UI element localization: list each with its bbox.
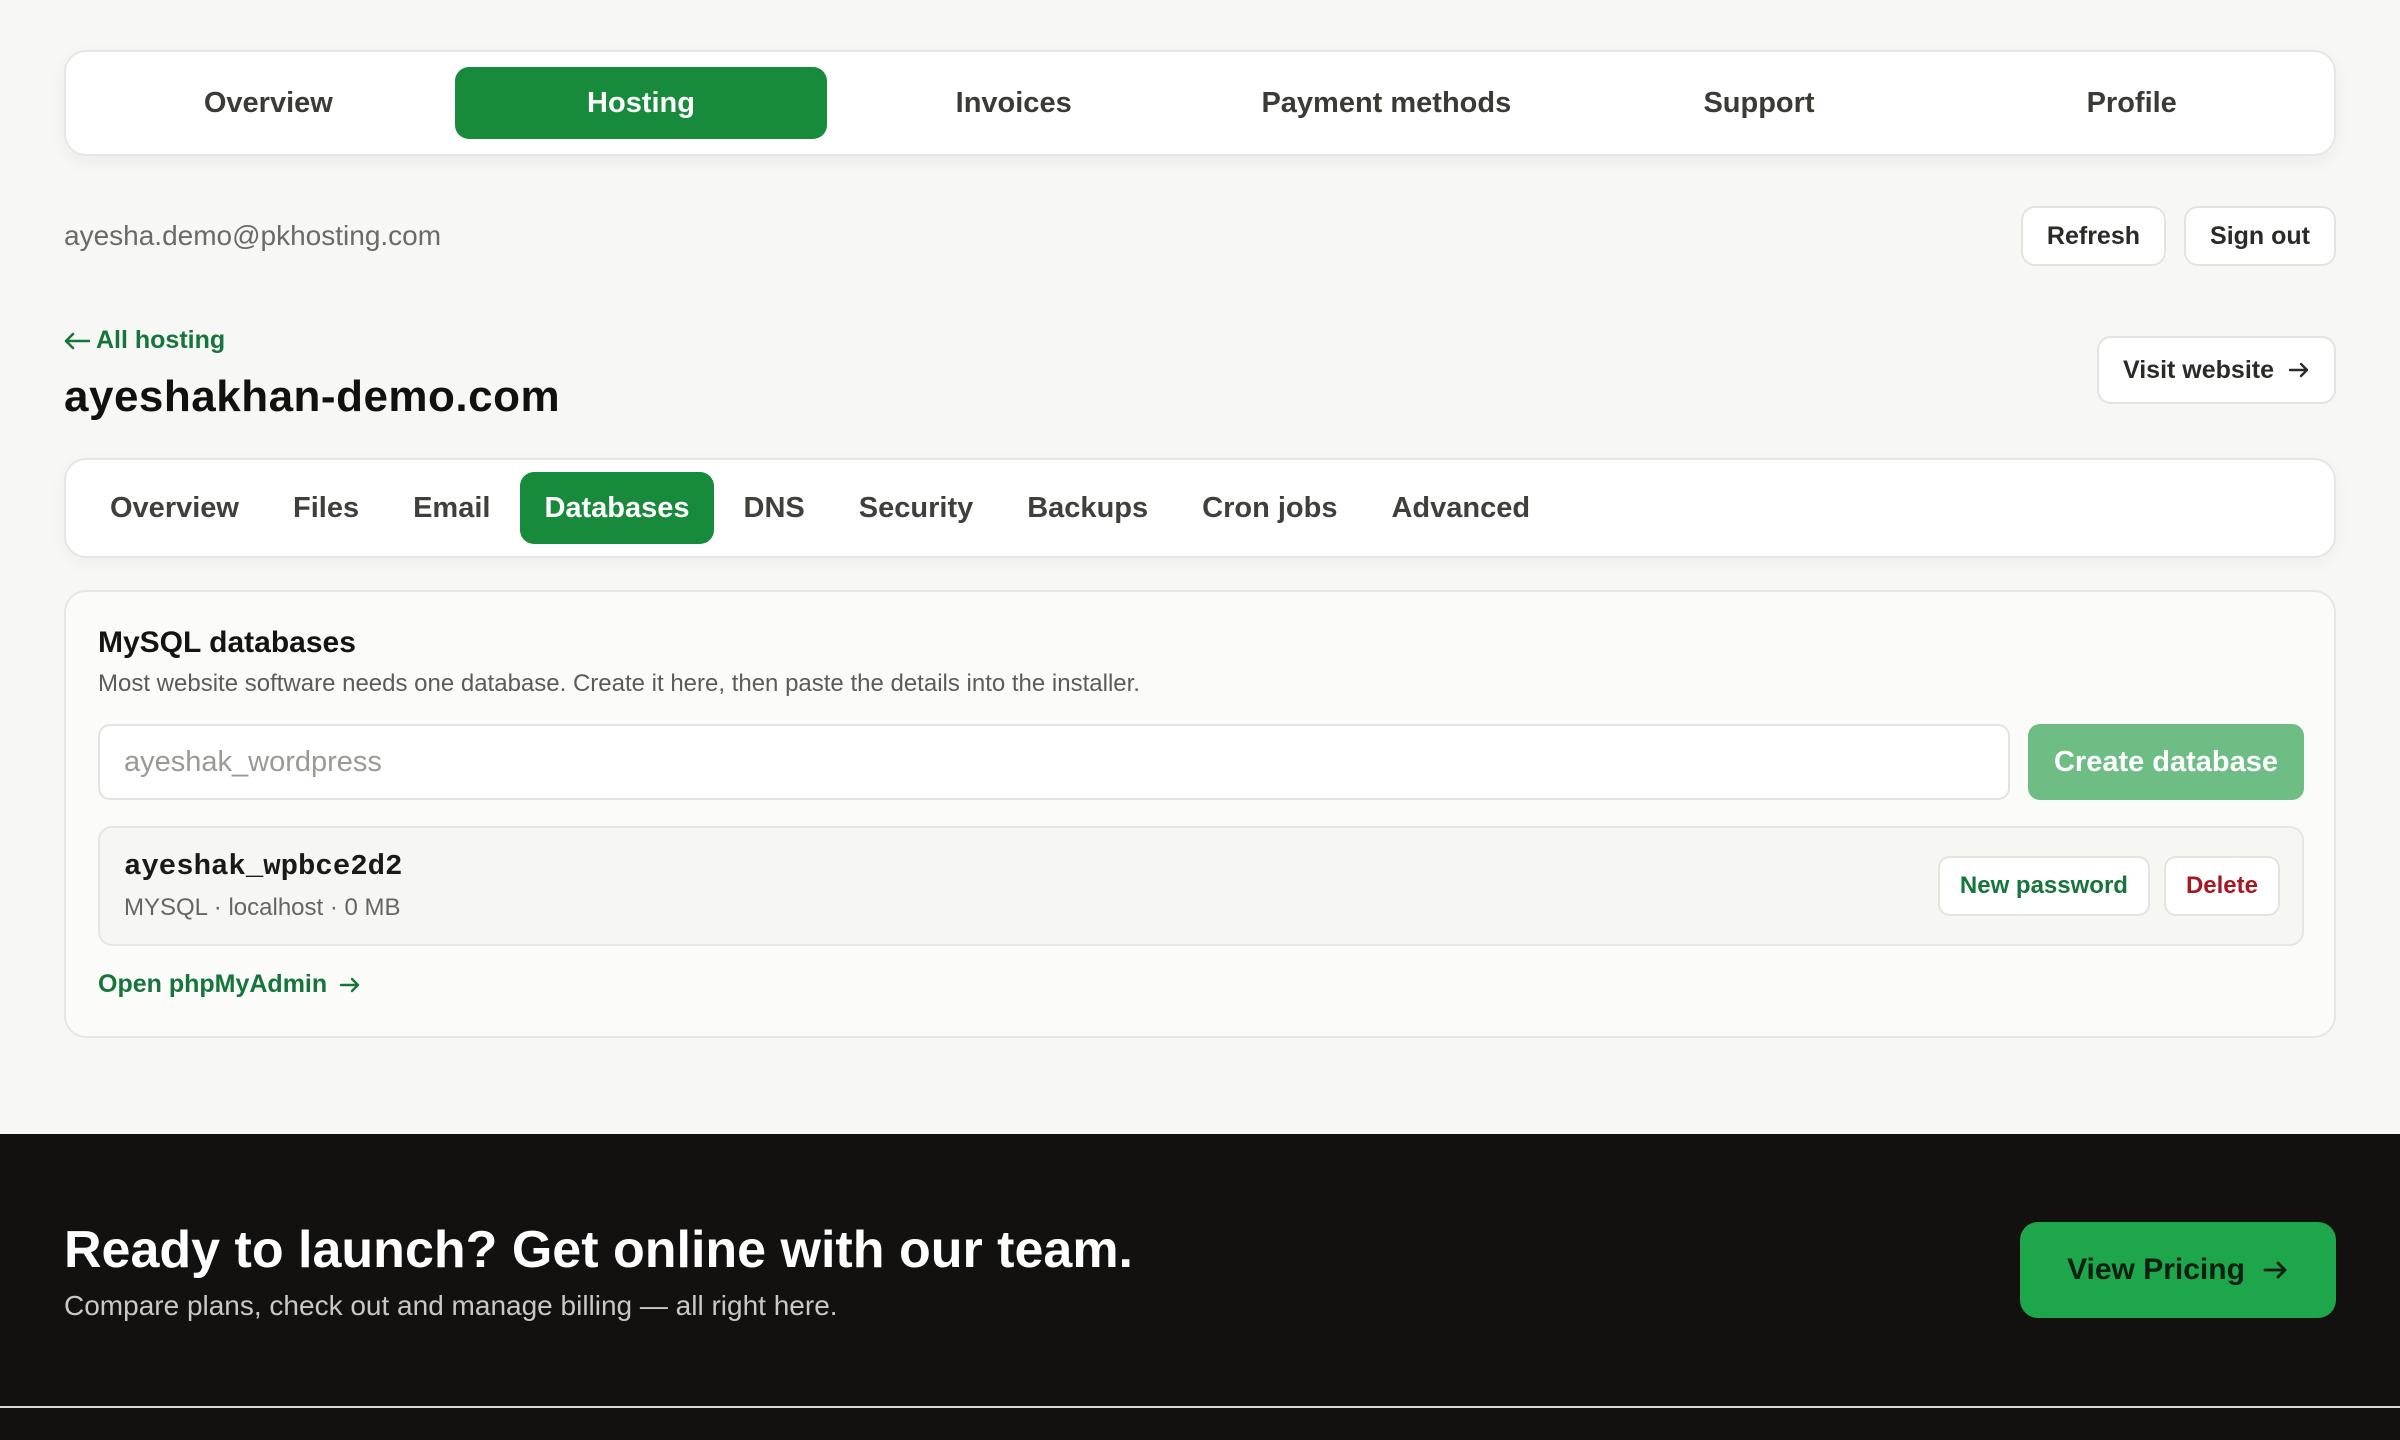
account-actions: Refresh Sign out	[2020, 206, 2336, 266]
account-bar: ayesha.demo@pkhosting.com Refresh Sign o…	[64, 206, 2336, 266]
cta-title: Ready to launch? Get online with our tea…	[64, 1221, 1133, 1279]
nav-invoices[interactable]: Invoices	[827, 67, 1200, 139]
nav-profile[interactable]: Profile	[1945, 67, 2318, 139]
view-pricing-button[interactable]: View Pricing	[2020, 1222, 2336, 1318]
tab-advanced[interactable]: Advanced	[1367, 472, 1554, 544]
phpmyadmin-link-label: Open phpMyAdmin	[98, 970, 328, 998]
new-password-button[interactable]: New password	[1937, 856, 2150, 916]
nav-hosting[interactable]: Hosting	[454, 67, 828, 139]
panel-description: Most website software needs one database…	[98, 670, 1140, 697]
mysql-databases-panel: MySQL databases Most website software ne…	[64, 590, 2336, 1038]
hosting-sub-navigation: Overview Files Email Databases DNS Secur…	[64, 458, 2336, 558]
tab-backups[interactable]: Backups	[1003, 472, 1172, 544]
open-phpmyadmin-link[interactable]: Open phpMyAdmin	[98, 970, 361, 999]
database-row: ayeshak_wpbce2d2 MYSQL · localhost · 0 M…	[98, 826, 2304, 946]
refresh-button[interactable]: Refresh	[2020, 206, 2167, 266]
database-name: ayeshak_wpbce2d2	[124, 850, 403, 883]
arrow-right-icon	[2288, 361, 2310, 379]
database-name-input[interactable]	[98, 724, 2010, 800]
tab-security[interactable]: Security	[835, 472, 997, 544]
database-actions: New password Delete	[1937, 856, 2280, 916]
nav-payment-methods[interactable]: Payment methods	[1200, 67, 1573, 139]
visit-website-label: Visit website	[2123, 355, 2274, 384]
database-meta: MYSQL · localhost · 0 MB	[124, 894, 401, 921]
create-database-button[interactable]: Create database	[2028, 724, 2304, 800]
tab-overview[interactable]: Overview	[86, 472, 263, 544]
tab-databases[interactable]: Databases	[520, 472, 714, 544]
sign-out-button[interactable]: Sign out	[2184, 206, 2336, 266]
arrow-right-icon	[339, 976, 361, 994]
panel-title: MySQL databases	[98, 626, 356, 659]
footer-divider	[0, 1406, 2400, 1408]
view-pricing-label: View Pricing	[2067, 1253, 2245, 1286]
account-email: ayesha.demo@pkhosting.com	[64, 220, 442, 251]
delete-database-button[interactable]: Delete	[2163, 856, 2280, 916]
cta-subtitle: Compare plans, check out and manage bill…	[64, 1290, 838, 1321]
top-navigation: Overview Hosting Invoices Payment method…	[64, 50, 2336, 156]
tab-dns[interactable]: DNS	[720, 472, 829, 544]
page-title: ayeshakhan-demo.com	[64, 372, 561, 421]
pricing-cta-banner: Ready to launch? Get online with our tea…	[0, 1134, 2400, 1440]
nav-support[interactable]: Support	[1573, 67, 1946, 139]
arrow-right-icon	[2263, 1260, 2289, 1280]
nav-overview[interactable]: Overview	[82, 67, 455, 139]
back-link-label: All hosting	[96, 326, 226, 354]
tab-cron-jobs[interactable]: Cron jobs	[1178, 472, 1361, 544]
back-to-all-hosting-link[interactable]: All hosting	[64, 326, 225, 355]
tab-email[interactable]: Email	[389, 472, 514, 544]
arrow-left-icon	[64, 332, 90, 350]
tab-files[interactable]: Files	[269, 472, 383, 544]
visit-website-button[interactable]: Visit website	[2097, 336, 2336, 404]
